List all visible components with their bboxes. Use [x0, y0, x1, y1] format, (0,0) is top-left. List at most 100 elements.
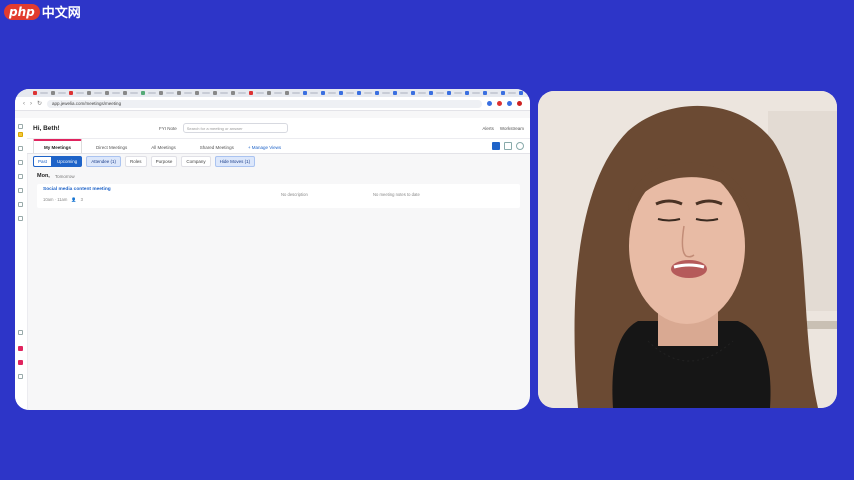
browser-tab-favicon[interactable]: [123, 91, 127, 95]
browser-tab-label: [94, 92, 102, 94]
meeting-card[interactable]: Social media content meeting 10am · 11am…: [37, 184, 520, 208]
alert-icon[interactable]: [18, 360, 23, 365]
browser-tab-favicon[interactable]: [393, 91, 397, 95]
notification-icon[interactable]: [18, 346, 23, 351]
presenter-image: [538, 91, 837, 408]
logout-icon[interactable]: [18, 374, 23, 379]
browser-tab-favicon[interactable]: [141, 91, 145, 95]
browser-tab-favicon[interactable]: [51, 91, 55, 95]
browser-tab-label: [400, 92, 408, 94]
browser-window: ‹ › ↻ app.jewelia.com/meetings/meeting H…: [15, 89, 530, 410]
selected-filter-chip[interactable]: Hide Moves (1): [214, 155, 256, 167]
tab-my-meetings[interactable]: My Meetings: [33, 139, 83, 153]
meeting-title[interactable]: Social media content meeting: [43, 187, 111, 192]
browser-tab-favicon[interactable]: [33, 91, 37, 95]
browser-tab-label: [418, 92, 426, 94]
browser-tab-favicon[interactable]: [339, 91, 343, 95]
browser-tab-favicon[interactable]: [501, 91, 505, 95]
url-field[interactable]: app.jewelia.com/meetings/meeting: [47, 99, 482, 108]
browser-tab-label: [112, 92, 120, 94]
forward-icon[interactable]: ›: [30, 101, 32, 107]
people-icon: 👤: [71, 197, 77, 202]
extension-icon[interactable]: [487, 101, 492, 106]
browser-tab-favicon[interactable]: [429, 91, 433, 95]
browser-tab-label: [472, 92, 480, 94]
browser-tab-label: [490, 92, 498, 94]
browser-tab-strip[interactable]: [15, 89, 530, 97]
browser-tab-favicon[interactable]: [195, 91, 199, 95]
folder-icon[interactable]: [18, 202, 23, 207]
calendar-icon[interactable]: [18, 146, 23, 151]
browser-tab-favicon[interactable]: [285, 91, 289, 95]
home-icon[interactable]: [18, 124, 23, 129]
browser-tab-favicon[interactable]: [357, 91, 361, 95]
tab-shared-meetings[interactable]: Shared Meetings: [190, 141, 244, 153]
company-filter[interactable]: Company: [181, 155, 211, 167]
browser-tab-favicon[interactable]: [177, 91, 181, 95]
browser-tab-favicon[interactable]: [267, 91, 271, 95]
chart-icon[interactable]: [18, 174, 23, 179]
browser-tab-favicon[interactable]: [231, 91, 235, 95]
browser-tab-label: [130, 92, 138, 94]
list-view-icon[interactable]: [492, 142, 500, 150]
browser-tab-favicon[interactable]: [213, 91, 217, 95]
extension-icon[interactable]: [497, 101, 502, 106]
extension-icon[interactable]: [507, 101, 512, 106]
browser-tab-favicon[interactable]: [375, 91, 379, 95]
profile-avatar[interactable]: [517, 101, 522, 106]
past-upcoming-toggle: Past Upcoming: [33, 155, 83, 167]
browser-tab-favicon[interactable]: [411, 91, 415, 95]
date-header: Mon, Tomorrow: [27, 170, 530, 182]
upcoming-button[interactable]: Upcoming: [52, 155, 83, 167]
manage-views-link[interactable]: + Manage Views: [248, 145, 281, 153]
browser-tab-favicon[interactable]: [303, 91, 307, 95]
browser-tab-label: [238, 92, 246, 94]
meeting-meta: 10am · 11am 👤 3: [43, 197, 83, 203]
browser-tab-favicon[interactable]: [249, 91, 253, 95]
browser-tab-label: [76, 92, 84, 94]
meeting-tabs: My Meetings Direct Meetings All Meetings…: [27, 139, 530, 154]
meeting-notes-status: No meeting notes to date: [373, 192, 420, 197]
help-icon[interactable]: [516, 142, 524, 150]
workspace-switcher[interactable]: Workstream: [500, 126, 524, 131]
browser-tab-favicon[interactable]: [69, 91, 73, 95]
browser-tab-favicon[interactable]: [87, 91, 91, 95]
past-button[interactable]: Past: [33, 155, 53, 167]
view-toggle: [492, 142, 524, 150]
meeting-attendee-count: 3: [80, 197, 83, 202]
browser-tab-label: [454, 92, 462, 94]
help-icon[interactable]: [18, 330, 23, 335]
browser-tab-favicon[interactable]: [159, 91, 163, 95]
day-label: Mon,: [37, 173, 50, 179]
fyi-button[interactable]: FYI Note: [159, 126, 177, 131]
address-bar: ‹ › ↻ app.jewelia.com/meetings/meeting: [15, 97, 530, 111]
people-icon[interactable]: [18, 160, 23, 165]
browser-tab-label: [166, 92, 174, 94]
browser-tab-favicon[interactable]: [519, 91, 523, 95]
tab-all-meetings[interactable]: All Meetings: [141, 141, 186, 153]
user-icon[interactable]: [18, 216, 23, 221]
settings-icon[interactable]: [18, 188, 23, 193]
browser-tab-favicon[interactable]: [321, 91, 325, 95]
browser-tab-label: [328, 92, 336, 94]
presenter-video: [538, 91, 837, 408]
back-icon[interactable]: ‹: [23, 101, 25, 107]
browser-tab-label: [202, 92, 210, 94]
calendar-view-icon[interactable]: [504, 142, 512, 150]
meetings-icon[interactable]: [18, 132, 23, 137]
roles-filter[interactable]: Roles: [125, 155, 147, 167]
browser-tab-favicon[interactable]: [447, 91, 451, 95]
browser-tab-label: [184, 92, 192, 94]
purpose-filter[interactable]: Purpose: [150, 155, 178, 167]
tab-direct-meetings[interactable]: Direct Meetings: [86, 141, 137, 153]
browser-tab-favicon[interactable]: [483, 91, 487, 95]
browser-tab-favicon[interactable]: [105, 91, 109, 95]
attendee-filter[interactable]: Attendee (1): [86, 155, 122, 167]
browser-tab-favicon[interactable]: [465, 91, 469, 95]
search-input[interactable]: Search for a meeting or answer: [182, 123, 288, 133]
alerts-button[interactable]: Alerts: [482, 126, 494, 131]
browser-tab-label: [364, 92, 372, 94]
reload-icon[interactable]: ↻: [37, 100, 42, 107]
browser-tab-label: [292, 92, 300, 94]
watermark: php 中文网: [4, 2, 81, 21]
